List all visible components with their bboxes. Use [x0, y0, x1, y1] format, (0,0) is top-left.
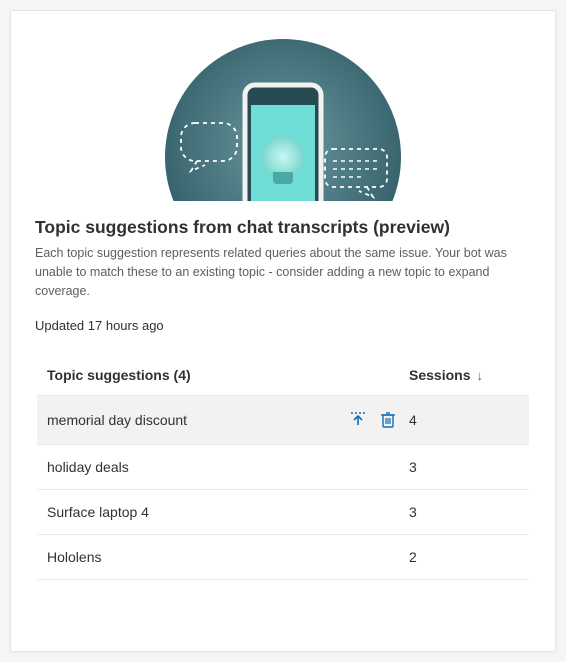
column-header-name[interactable]: Topic suggestions (4) — [47, 367, 337, 383]
updated-timestamp: Updated 17 hours ago — [35, 318, 531, 333]
sort-descending-icon: ↓ — [476, 368, 483, 383]
card-title: Topic suggestions from chat transcripts … — [35, 217, 531, 238]
sessions-count: 4 — [409, 412, 519, 428]
suggestion-name: Hololens — [47, 549, 337, 565]
card-content: Topic suggestions from chat transcripts … — [11, 201, 555, 355]
table-row[interactable]: holiday deals 3 — [37, 445, 529, 490]
card-description: Each topic suggestion represents related… — [35, 244, 531, 300]
lightbulb-phone-illustration — [153, 27, 413, 201]
table-row[interactable]: Hololens 2 — [37, 535, 529, 580]
sessions-count: 2 — [409, 549, 519, 565]
table-row[interactable]: Surface laptop 4 3 — [37, 490, 529, 535]
sessions-label: Sessions — [409, 367, 470, 383]
suggestions-table: Topic suggestions (4) Sessions ↓ memoria… — [11, 355, 555, 580]
delete-button[interactable] — [378, 410, 398, 430]
add-topic-button[interactable] — [348, 410, 368, 430]
table-row[interactable]: memorial day discount 4 — [37, 395, 529, 445]
suggestions-card: Topic suggestions from chat transcripts … — [10, 10, 556, 652]
table-header-row: Topic suggestions (4) Sessions ↓ — [37, 355, 529, 395]
delete-icon — [380, 411, 396, 429]
suggestion-name: memorial day discount — [47, 412, 337, 428]
row-actions — [337, 410, 409, 430]
add-topic-icon — [349, 411, 367, 429]
sessions-count: 3 — [409, 459, 519, 475]
sessions-count: 3 — [409, 504, 519, 520]
hero-illustration — [11, 11, 555, 201]
column-header-sessions[interactable]: Sessions ↓ — [409, 367, 519, 383]
suggestion-name: holiday deals — [47, 459, 337, 475]
column-header-actions — [337, 367, 409, 383]
suggestion-name: Surface laptop 4 — [47, 504, 337, 520]
